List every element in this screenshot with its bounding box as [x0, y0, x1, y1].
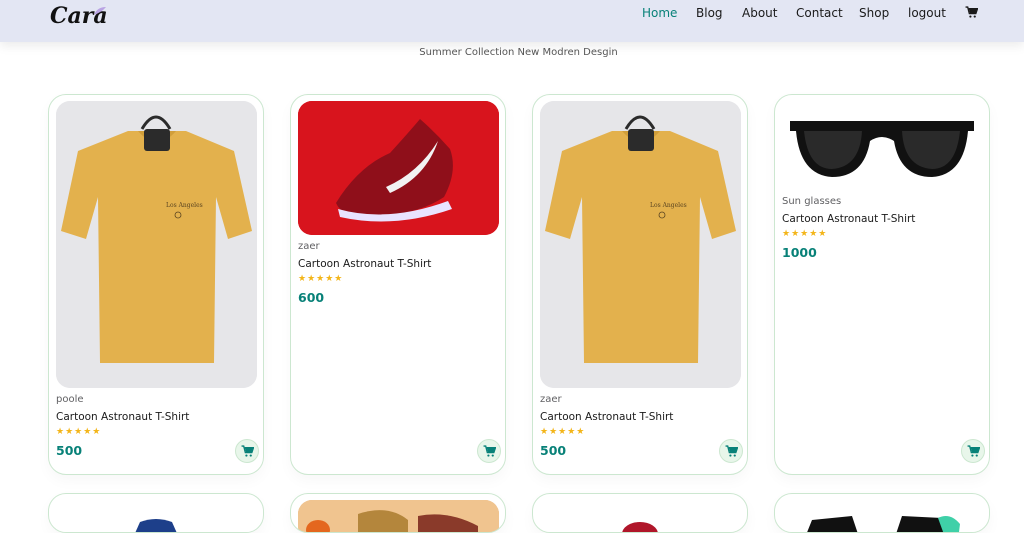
cart-icon [241, 445, 254, 457]
tshirt-image: Los Angeles [56, 101, 257, 388]
product-image[interactable] [782, 101, 983, 193]
add-to-cart-button[interactable] [719, 439, 743, 463]
product-image[interactable] [540, 500, 741, 532]
leaf-icon [94, 7, 106, 15]
add-to-cart-button[interactable] [235, 439, 259, 463]
product-price: 1000 [782, 245, 817, 260]
star-rating: ★★★★★ [56, 427, 102, 437]
cart-icon [725, 445, 738, 457]
product-card[interactable] [532, 493, 748, 533]
product-brand: zaer [540, 394, 562, 405]
red-cap-image [622, 522, 658, 532]
svg-text:Los Angeles: Los Angeles [166, 202, 203, 209]
product-card[interactable]: Los Angeles zaer Cartoon Astronaut T-Shi… [532, 94, 748, 475]
nav-shop[interactable]: Shop [859, 6, 889, 20]
tshirt-image: Los Angeles [540, 101, 741, 388]
product-name: Cartoon Astronaut T-Shirt [782, 213, 916, 225]
nav-home[interactable]: Home [642, 6, 677, 20]
black-tshirt-image [807, 516, 960, 532]
product-price: 600 [298, 290, 325, 305]
product-price: 500 [540, 443, 567, 458]
nav-logout[interactable]: logout [908, 6, 946, 20]
product-card[interactable] [774, 493, 990, 533]
add-to-cart-button[interactable] [961, 439, 985, 463]
product-image[interactable] [56, 500, 257, 532]
product-brand: poole [56, 394, 84, 405]
svg-text:Los Angeles: Los Angeles [650, 202, 687, 209]
product-brand: Sun glasses [782, 196, 842, 207]
product-card[interactable] [290, 493, 506, 533]
star-rating: ★★★★★ [540, 427, 586, 437]
product-image[interactable]: Los Angeles [540, 101, 741, 388]
nav-about[interactable]: About [742, 6, 777, 20]
product-brand: zaer [298, 241, 320, 252]
sunglasses-image [782, 101, 983, 193]
star-rating: ★★★★★ [782, 229, 828, 239]
product-image[interactable] [782, 500, 983, 532]
product-card[interactable]: Los Angeles poole Cartoon Astronaut T-Sh… [48, 94, 264, 475]
product-name: Cartoon Astronaut T-Shirt [56, 411, 190, 423]
blue-shirt-image [135, 519, 177, 532]
product-image[interactable] [298, 500, 499, 532]
product-name: Cartoon Astronaut T-Shirt [298, 258, 432, 270]
product-image[interactable] [298, 101, 499, 235]
nav-blog[interactable]: Blog [696, 6, 723, 20]
sneaker-image [298, 101, 499, 235]
star-rating: ★★★★★ [298, 274, 344, 284]
product-card[interactable] [48, 493, 264, 533]
cart-icon[interactable] [965, 6, 978, 19]
product-image[interactable]: Los Angeles [56, 101, 257, 388]
product-card[interactable]: zaer Cartoon Astronaut T-Shirt ★★★★★ 600 [290, 94, 506, 475]
site-header: Cara Home Blog About Contact Shop logout [0, 0, 1024, 42]
nav-contact[interactable]: Contact [796, 6, 843, 20]
cart-icon [967, 445, 980, 457]
product-name: Cartoon Astronaut T-Shirt [540, 411, 674, 423]
product-card[interactable]: Sun glasses Cartoon Astronaut T-Shirt ★★… [774, 94, 990, 475]
product-price: 500 [56, 443, 83, 458]
cart-icon [483, 445, 496, 457]
add-to-cart-button[interactable] [477, 439, 501, 463]
shoes-image [298, 500, 499, 532]
section-subtitle: Summer Collection New Modren Desgin [419, 47, 618, 58]
